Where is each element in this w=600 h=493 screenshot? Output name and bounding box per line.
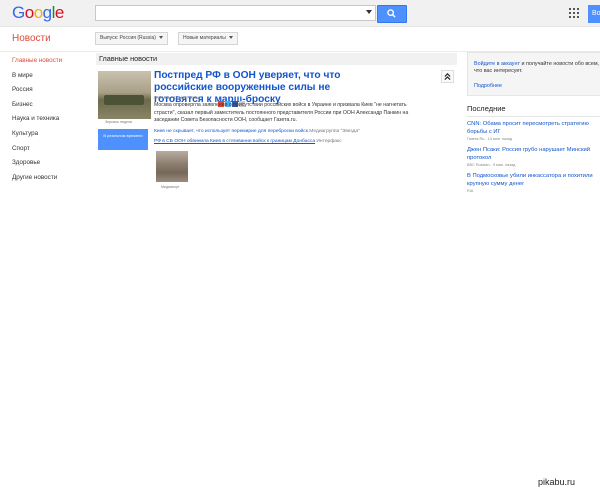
edition-dropdown[interactable]: Выпуск: Россия (Russia): [95, 32, 168, 45]
related-link[interactable]: РФ в СБ ООН обвинила Киев в стягивании в…: [154, 139, 342, 144]
related-source: Медиагруппа "Звезда": [309, 129, 360, 134]
latest-title[interactable]: В Подмосковье убили инкассатора и похити…: [467, 173, 593, 187]
related-title[interactable]: Киев не скрывает, что использует перемир…: [154, 129, 308, 134]
dropdown-arrow-icon[interactable]: [366, 10, 372, 14]
latest-item[interactable]: В Подмосковье убили инкассатора и похити…: [467, 173, 597, 194]
latest-source: Газета.Ru: [467, 137, 485, 141]
signin-link[interactable]: Войдите в аккаунт: [474, 61, 520, 67]
sign-in-button[interactable]: Во: [588, 5, 600, 23]
sidebar-item-health[interactable]: Здоровье: [12, 159, 62, 174]
thumbnail-caption[interactable]: Медиапорт: [161, 185, 180, 189]
latest-item[interactable]: CNN: Обама просит пересмотреть стратегию…: [467, 121, 597, 142]
section-title[interactable]: Новости: [12, 33, 51, 44]
double-chevron-up-icon: [444, 73, 451, 80]
section-heading: Главные новости: [96, 53, 457, 65]
sidebar-item-world[interactable]: В мире: [12, 72, 62, 87]
more-link[interactable]: Подробнее: [474, 83, 502, 89]
latest-source: RIA: [467, 189, 474, 193]
logo-letter: e: [54, 3, 64, 22]
realtime-button[interactable]: В реальном времени: [98, 129, 148, 150]
sidebar-item-top-stories[interactable]: Главные новости: [12, 57, 62, 72]
search-button[interactable]: [377, 5, 407, 23]
collapse-button[interactable]: [441, 70, 454, 83]
latest-title[interactable]: Джен Псаки: Россия грубо нарушает Мински…: [467, 147, 590, 161]
latest-title[interactable]: CNN: Обама просит пересмотреть стратегию…: [467, 121, 589, 135]
search-input[interactable]: [95, 5, 376, 21]
latest-item[interactable]: Джен Псаки: Россия грубо нарушает Мински…: [467, 147, 597, 168]
story-meta: 9n5Ama - 17 мин. назад: [154, 95, 201, 100]
sub-header: [0, 27, 600, 52]
sidebar-item-other[interactable]: Другие новости: [12, 174, 62, 189]
latest-meta: RIA: [467, 188, 597, 194]
logo-letter: G: [12, 3, 25, 22]
latest-source: BBC Russian: [467, 163, 490, 167]
story-headline[interactable]: Постпред РФ в ООН уверяет, что что росси…: [154, 70, 372, 106]
share-bar: [218, 94, 246, 107]
story-image[interactable]: [98, 71, 151, 119]
latest-time: 14 мин. назад: [487, 137, 513, 141]
apps-grid-icon[interactable]: [569, 8, 579, 18]
watermark: pikabu.ru: [538, 477, 576, 487]
sort-dropdown[interactable]: Новые материалы: [178, 32, 238, 45]
sidebar-item-russia[interactable]: Россия: [12, 86, 62, 101]
related-link[interactable]: Киев не скрывает, что использует перемир…: [154, 129, 360, 134]
story-image-caption[interactable]: Зеркало недели: [105, 120, 132, 124]
latest-heading: Последние: [467, 104, 506, 113]
sidebar-item-science[interactable]: Наука и техника: [12, 115, 62, 130]
sidebar-item-business[interactable]: Бизнес: [12, 101, 62, 116]
chevron-down-icon: [158, 36, 163, 40]
sidebar-nav: Главные новости В мире Россия Бизнес Нау…: [12, 57, 62, 188]
logo-letter: o: [33, 3, 43, 22]
logo-letter: o: [24, 3, 34, 22]
latest-meta: Газета.Ru - 14 мин. назад: [467, 137, 513, 141]
sidebar-item-sport[interactable]: Спорт: [12, 145, 62, 160]
chevron-down-icon: [228, 36, 233, 40]
signin-promo-text: Войдите в аккаунт и получайте новости об…: [474, 61, 600, 75]
edition-dropdown-label: Выпуск: Россия (Russia): [100, 35, 156, 41]
sidebar-item-culture[interactable]: Культура: [12, 130, 62, 145]
logo-letter: g: [42, 3, 52, 22]
divider: [467, 116, 600, 117]
top-bar: Google Во: [0, 0, 600, 27]
related-source: Интерфакс: [316, 139, 342, 144]
search-icon: [387, 9, 396, 18]
related-title[interactable]: РФ в СБ ООН обвинила Киев в стягивании в…: [154, 139, 315, 144]
latest-time: 9 мин. назад: [492, 163, 516, 167]
google-logo[interactable]: Google: [12, 3, 64, 23]
story-snippet: Москва опровергла заявления о присутстви…: [154, 102, 409, 123]
sort-dropdown-label: Новые материалы: [183, 35, 226, 41]
related-thumbnail[interactable]: [156, 151, 188, 182]
latest-meta: BBC Russian - 9 мин. назад: [467, 163, 516, 167]
story-time: 17 мин. назад: [173, 95, 201, 100]
story-source[interactable]: 9n5Ama: [154, 95, 170, 100]
